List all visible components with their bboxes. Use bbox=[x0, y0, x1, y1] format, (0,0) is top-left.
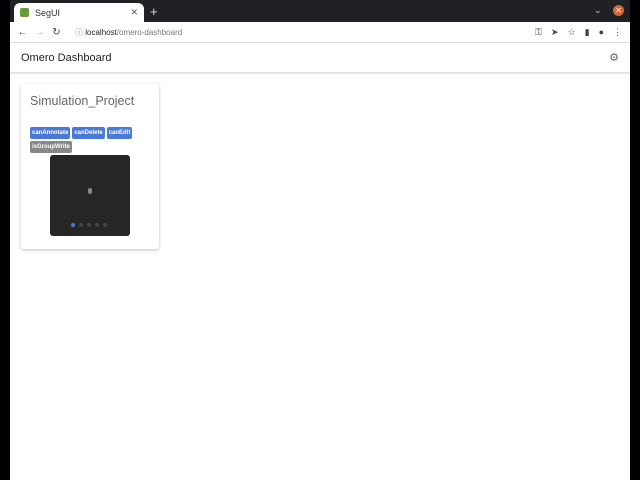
forward-icon[interactable]: → bbox=[31, 27, 48, 38]
new-tab-button[interactable]: + bbox=[150, 4, 158, 19]
page-title: Omero Dashboard bbox=[21, 51, 112, 64]
badge: isGroupWrite bbox=[30, 141, 72, 153]
carousel-dot[interactable] bbox=[87, 223, 91, 227]
project-title: Simulation_Project bbox=[30, 94, 135, 108]
image-carousel[interactable] bbox=[50, 155, 130, 236]
reload-icon[interactable]: ↻ bbox=[48, 27, 65, 38]
menu-icon[interactable]: ⋮ bbox=[613, 27, 622, 38]
carousel-dot[interactable] bbox=[79, 223, 83, 227]
star-icon[interactable]: ☆ bbox=[568, 27, 576, 38]
url-field[interactable]: ⓘ localhost/omero-dashboard bbox=[75, 27, 182, 38]
key-icon[interactable]: ⚿ bbox=[535, 27, 542, 38]
carousel-dot[interactable] bbox=[103, 223, 107, 227]
thumbnail-image bbox=[88, 188, 92, 194]
tab-title: SegUI bbox=[35, 7, 61, 18]
tab-search-chevron-icon[interactable]: ⌄ bbox=[594, 5, 602, 16]
badge: canDelete bbox=[72, 127, 105, 139]
app-header: Omero Dashboard ⚙ bbox=[10, 43, 630, 74]
close-window-button[interactable]: ✕ bbox=[613, 5, 624, 16]
tab-bar: SegUI ✕ + ⌄ ✕ bbox=[10, 0, 630, 22]
browser-window: SegUI ✕ + ⌄ ✕ ← → ↻ ⓘ localhost/omero-da… bbox=[10, 0, 630, 480]
close-tab-icon[interactable]: ✕ bbox=[130, 7, 138, 18]
profile-icon[interactable]: ● bbox=[599, 27, 604, 38]
carousel-dot[interactable] bbox=[95, 223, 99, 227]
permission-badges: canAnnotate canDelete canEdit isGroupWri… bbox=[30, 127, 155, 153]
badge: canAnnotate bbox=[30, 127, 71, 139]
side-panel-icon[interactable]: ▮ bbox=[585, 27, 590, 38]
project-card[interactable]: Simulation_Project canAnnotate canDelete… bbox=[21, 84, 159, 249]
back-icon[interactable]: ← bbox=[14, 27, 31, 38]
badge: canEdit bbox=[106, 127, 133, 139]
send-icon[interactable]: ➤ bbox=[551, 27, 559, 38]
gear-icon[interactable]: ⚙ bbox=[609, 51, 619, 64]
favicon-icon bbox=[20, 8, 29, 17]
browser-tab[interactable]: SegUI ✕ bbox=[14, 3, 144, 22]
address-bar: ← → ↻ ⓘ localhost/omero-dashboard ⚿ ➤ ☆ … bbox=[10, 22, 630, 43]
carousel-dot[interactable] bbox=[71, 223, 75, 227]
